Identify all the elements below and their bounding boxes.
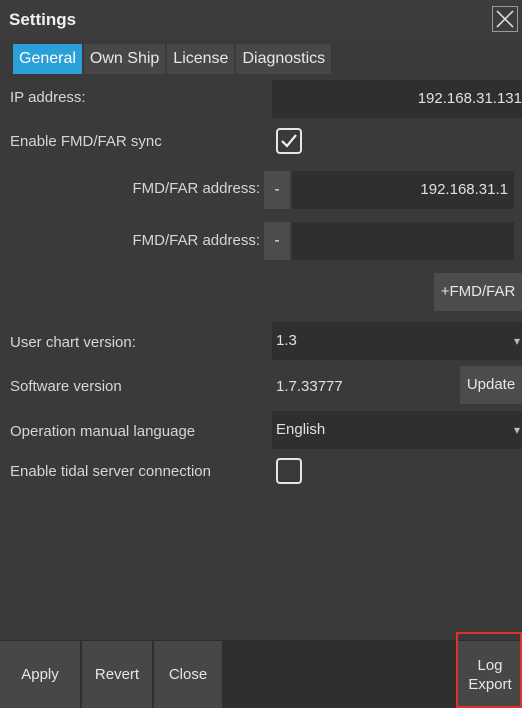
tidal-server-label: Enable tidal server connection <box>10 463 211 480</box>
add-fmd-far-button[interactable]: +FMD/FAR <box>434 273 522 311</box>
update-button[interactable]: Update <box>460 366 522 404</box>
ip-address-value: 192.168.31.131 <box>417 90 522 107</box>
fmd-address-2-label: FMD/FAR address: <box>132 232 260 249</box>
manual-language-value: English <box>276 421 326 438</box>
fmd-address-1-remove-button[interactable]: - <box>264 171 290 209</box>
close-window-button[interactable] <box>492 6 518 32</box>
fmd-address-1-value: 192.168.31.1 <box>420 181 508 198</box>
tab-diagnostics[interactable]: Diagnostics <box>236 44 332 74</box>
manual-language-label: Operation manual language <box>10 423 196 440</box>
checkmark-icon <box>281 134 297 148</box>
revert-label: Revert <box>94 666 140 683</box>
fmd-sync-checkbox[interactable] <box>276 128 302 154</box>
settings-tabs: General Own Ship License Diagnostics <box>13 44 333 74</box>
fmd-address-1-label: FMD/FAR address: <box>132 180 260 197</box>
close-icon <box>496 10 514 28</box>
apply-button[interactable]: Apply <box>0 641 80 708</box>
tidal-server-checkbox[interactable] <box>276 458 302 484</box>
fmd-address-1-field[interactable]: 192.168.31.1 <box>292 171 514 209</box>
manual-language-dropdown[interactable]: English ▾ <box>272 411 522 449</box>
fmd-address-2-field[interactable] <box>292 222 514 260</box>
software-version-value: 1.7.33777 <box>276 378 343 395</box>
user-chart-version-label: User chart version: <box>10 334 136 351</box>
software-version-label: Software version <box>10 378 122 395</box>
tab-general[interactable]: General <box>13 44 82 74</box>
ip-address-field[interactable]: 192.168.31.131 <box>272 80 522 118</box>
chevron-down-icon: ▾ <box>513 423 520 437</box>
close-label: Close <box>168 666 208 683</box>
fmd-address-2-remove-button[interactable]: - <box>264 222 290 260</box>
tab-license[interactable]: License <box>167 44 235 74</box>
revert-button[interactable]: Revert <box>82 641 152 708</box>
window-title: Settings <box>9 10 77 29</box>
ip-address-label: IP address: <box>10 89 86 106</box>
log-export-highlight-box <box>456 632 522 708</box>
user-chart-version-dropdown[interactable]: 1.3 ▾ <box>272 322 522 360</box>
user-chart-version-value: 1.3 <box>276 332 297 349</box>
apply-label: Apply <box>21 666 59 683</box>
chevron-down-icon: ▾ <box>513 334 520 348</box>
title-bar: Settings <box>0 0 522 40</box>
close-button[interactable]: Close <box>154 641 222 708</box>
fmd-sync-label: Enable FMD/FAR sync <box>10 133 162 150</box>
tab-own-ship[interactable]: Own Ship <box>83 44 166 74</box>
